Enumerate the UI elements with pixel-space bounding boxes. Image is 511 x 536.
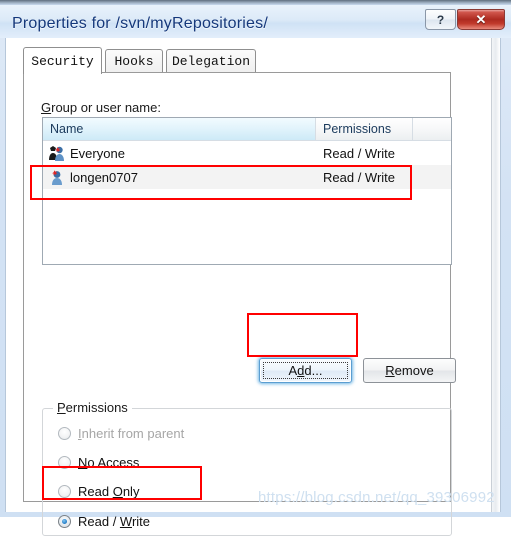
radio-circle-icon (58, 484, 71, 498)
table-row[interactable]: longen0707 Read / Write (43, 165, 451, 189)
group-users-icon (48, 145, 67, 162)
row-name-cell: longen0707 (43, 169, 316, 186)
radio-inherit-from-parent[interactable]: Inherit from parent (58, 424, 184, 442)
radio-no-access-label: No Access (78, 454, 140, 470)
group-label-rest: roup or user name: (51, 100, 161, 115)
help-button[interactable]: ? (425, 9, 456, 30)
row-permissions-cell: Read / Write (323, 169, 396, 185)
radio-read-only-label: Read Only (78, 483, 140, 499)
row-name-label: Everyone (70, 145, 125, 161)
radio-circle-selected-icon (58, 514, 71, 528)
dialog-window: Properties for /svn/myRepositories/ ? ✕ … (0, 0, 511, 536)
tab-strip: Security Hooks Delegation (23, 47, 451, 74)
radio-no-access[interactable]: No Access (58, 453, 139, 471)
radio-read-write[interactable]: Read / Write (58, 512, 150, 530)
tab-delegation[interactable]: Delegation (166, 49, 256, 73)
listview-header: Name Permissions (43, 118, 451, 141)
single-user-icon (48, 169, 67, 186)
legend-rest: ermissions (65, 400, 128, 415)
column-header-name[interactable]: Name (43, 118, 316, 140)
radio-read-write-label: Read / Write (78, 513, 151, 529)
radio-circle-icon (58, 426, 71, 440)
tab-security[interactable]: Security (23, 47, 102, 74)
add-button[interactable]: Add... (259, 358, 352, 383)
close-button[interactable]: ✕ (457, 9, 505, 30)
row-name-label: longen0707 (70, 169, 138, 185)
column-header-permissions[interactable]: Permissions (316, 118, 413, 140)
group-label-mnemonic: G (41, 100, 52, 115)
group-user-listview[interactable]: Name Permissions Everyone Read / Write l… (42, 117, 452, 265)
column-header-name-label: Name (50, 122, 84, 136)
group-or-user-name-label: Group or user name: (41, 100, 161, 115)
window-title: Properties for /svn/myRepositories/ (12, 15, 268, 32)
table-row[interactable]: Everyone Read / Write (43, 141, 451, 165)
legend-mnemonic: P (57, 400, 66, 415)
row-name-cell: Everyone (43, 145, 316, 162)
dialog-client-area: Security Hooks Delegation Group or user … (5, 38, 501, 536)
radio-read-only[interactable]: Read Only (58, 482, 139, 500)
window-right-gutter (491, 38, 500, 512)
column-header-extra[interactable] (413, 118, 451, 140)
caption-button-group: ? ✕ (425, 9, 505, 30)
remove-button[interactable]: Remove (363, 358, 456, 383)
row-permissions-cell: Read / Write (323, 145, 396, 161)
permissions-groupbox-legend: Permissions (53, 400, 132, 415)
title-bar[interactable]: Properties for /svn/myRepositories/ ? ✕ (0, 5, 511, 38)
tab-delegation-label: Delegation (171, 54, 250, 69)
tab-hooks-label: Hooks (114, 54, 154, 69)
radio-inherit-from-parent-label: Inherit from parent (78, 425, 185, 441)
tab-security-label: Security (31, 53, 94, 69)
tab-hooks[interactable]: Hooks (105, 49, 163, 73)
column-header-permissions-label: Permissions (323, 122, 392, 136)
watermark-text: https://blog.csdn.net/qq_39306992 (258, 489, 495, 506)
focus-rectangle (263, 362, 348, 379)
radio-circle-icon (58, 455, 71, 469)
dialog-content: Security Hooks Delegation Group or user … (6, 38, 491, 536)
remove-button-label: Remove (385, 363, 434, 378)
